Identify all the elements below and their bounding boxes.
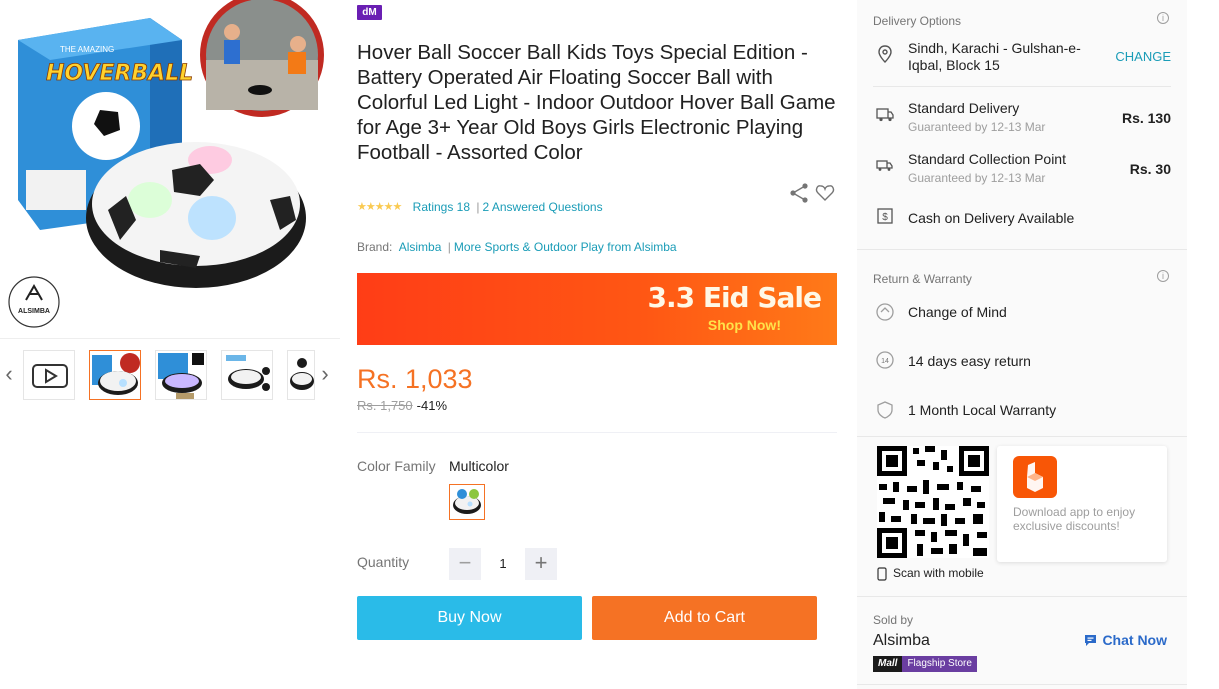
quantity-label: Quantity [357, 554, 410, 570]
thumbnail-next-arrow[interactable]: › [318, 362, 332, 386]
thumbnail-image-4[interactable] [287, 350, 315, 400]
app-logo-graphic [1027, 462, 1043, 492]
rating-stars: ★★★★★ [357, 201, 402, 213]
easy-return-label: 14 days easy return [908, 353, 1031, 369]
buy-now-button[interactable]: Buy Now [357, 596, 582, 640]
qr-code [877, 446, 989, 558]
gallery-divider [0, 338, 340, 339]
chat-icon [1085, 635, 1097, 646]
standard-delivery-price: Rs. 130 [1121, 110, 1171, 126]
location-pin-icon [878, 45, 892, 63]
flagship-store-badge: Mall Flagship Store [873, 656, 977, 672]
return-warranty-title: Return & Warranty [873, 272, 972, 286]
rating-row: ★★★★★ Ratings 18 | 2 Answered Questions [357, 199, 837, 215]
more-from-brand-link[interactable]: More Sports & Outdoor Play from Alsimba [454, 240, 677, 254]
chat-now-label: Chat Now [1102, 632, 1167, 648]
brand-logo-text: ALSIMBA [18, 308, 50, 315]
original-price: Rs. 1,750 [357, 398, 413, 413]
standard-delivery-label: Standard Delivery [908, 100, 1020, 116]
thumbnail-image-3[interactable] [221, 350, 273, 400]
discount-percent: -41% [416, 398, 448, 413]
section-divider-4 [857, 684, 1187, 685]
app-promo-card[interactable]: Download app to enjoy exclusive discount… [997, 446, 1167, 562]
thumbnail-image-2-graphic [158, 353, 204, 399]
thumbnail-video[interactable] [23, 350, 75, 400]
current-price: Rs. 1,033 [357, 364, 473, 394]
cod-label: Cash on Delivery Available [908, 210, 1075, 226]
product-gallery: THE AMAZING HOVERBALL ALSIMBA ‹ › [0, 0, 340, 689]
product-title: Hover Ball Soccer Ball Kids Toys Special… [357, 41, 836, 164]
thumbnail-image-4-graphic [290, 358, 314, 390]
change-of-mind-label: Change of Mind [908, 304, 1007, 320]
hoverball-product-illustration: THE AMAZING HOVERBALL ALSIMBA [8, 0, 324, 328]
banner-shop-now: Shop Now! [707, 317, 781, 333]
collection-point-eta: Guaranteed by 12-13 Mar [908, 171, 1046, 185]
box-title-small: THE AMAZING [60, 45, 114, 54]
svg-text:$: $ [882, 212, 888, 223]
scan-with-mobile-text: Scan with mobile [893, 566, 984, 580]
color-family-value: Multicolor [449, 458, 509, 474]
brand-separator: | [447, 240, 451, 254]
main-product-image[interactable]: THE AMAZING HOVERBALL ALSIMBA [0, 0, 340, 340]
original-price-row: Rs. 1,750 -41% [357, 398, 447, 413]
svg-text:14: 14 [881, 358, 889, 365]
play-icon [32, 364, 68, 388]
thumbnail-prev-arrow[interactable]: ‹ [2, 362, 16, 386]
answered-questions-link[interactable]: 2 Answered Questions [483, 200, 603, 214]
shield-icon [877, 401, 893, 419]
return-14-icon: 14 [876, 351, 894, 369]
collection-icon [876, 160, 893, 171]
price-divider [357, 432, 837, 433]
info-icon[interactable]: i [1157, 12, 1169, 24]
quantity-increase-button[interactable]: + [525, 548, 557, 580]
app-logo-icon [1013, 456, 1057, 498]
delivery-options-title: Delivery Options [873, 14, 962, 28]
seller-name[interactable]: Alsimba [873, 632, 930, 650]
store-brand-mark[interactable]: dM [357, 5, 382, 20]
cash-icon: $ [877, 208, 893, 224]
color-swatch-graphic [453, 489, 481, 514]
truck-icon [876, 108, 894, 122]
color-swatch-multicolor[interactable] [449, 484, 485, 520]
sold-by-label: Sold by [873, 613, 914, 627]
standard-delivery-eta: Guaranteed by 12-13 Mar [908, 120, 1046, 134]
section-divider-1 [857, 249, 1187, 250]
collection-point-label: Standard Collection Point [908, 151, 1066, 167]
ratings-link[interactable]: Ratings 18 [413, 200, 470, 214]
section-divider-2 [857, 436, 1187, 437]
quantity-input[interactable] [481, 548, 525, 580]
address-divider [873, 86, 1171, 87]
thumbnail-image-3-graphic [226, 355, 270, 391]
thumbnail-image-2[interactable] [155, 350, 207, 400]
rating-separator: | [476, 200, 480, 214]
add-to-cart-button[interactable]: Add to Cart [592, 596, 817, 640]
change-address-link[interactable]: CHANGE [1115, 49, 1171, 64]
color-family-label: Color Family [357, 458, 436, 474]
app-promo-text: Download app to enjoy exclusive discount… [1013, 505, 1136, 533]
mall-badge-text: Mall [873, 656, 903, 672]
local-warranty-label: 1 Month Local Warranty [908, 402, 1057, 418]
delivery-sidebar: Delivery Options i Sindh, Karachi - Guls… [857, 0, 1187, 689]
promo-banner[interactable]: 3.3 Eid Sale Shop Now! [357, 273, 837, 345]
phone-icon [877, 567, 887, 581]
flagship-store-text: Flagship Store [902, 656, 977, 672]
chat-now-button[interactable]: Chat Now [1084, 632, 1167, 648]
page-right-margin [1187, 0, 1219, 689]
brand-link[interactable]: Alsimba [399, 240, 442, 254]
brand-row: Brand: Alsimba | More Sports & Outdoor Pl… [357, 239, 837, 255]
collection-point-price: Rs. 30 [1129, 161, 1171, 177]
heart-icon[interactable] [815, 185, 835, 201]
delivery-address: Sindh, Karachi - Gulshan-e-Iqbal, Block … [908, 40, 1081, 73]
thumbnail-image-1[interactable] [89, 350, 141, 400]
banner-title: 3.3 Eid Sale [647, 281, 822, 314]
change-of-mind-icon [876, 303, 894, 321]
section-divider-3 [857, 596, 1187, 597]
thumbnail-row: ‹ › [0, 348, 340, 402]
box-title: HOVERBALL [46, 61, 193, 86]
warranty-info-icon[interactable]: i [1157, 270, 1169, 282]
quantity-decrease-button[interactable]: − [449, 548, 481, 580]
thumbnail-image-1-graphic [92, 353, 140, 395]
brand-label: Brand: [357, 240, 393, 254]
